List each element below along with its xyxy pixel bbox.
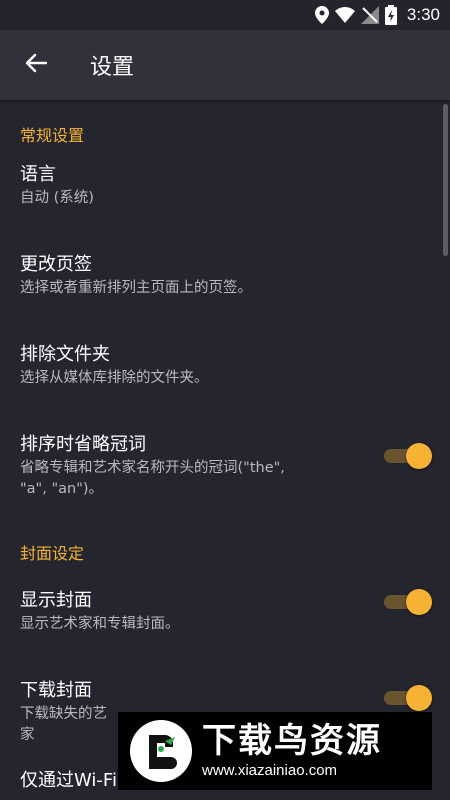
pref-title: 排除文件夹 [20,344,110,365]
switch-thumb [406,685,432,711]
section-header-covers: 封面设定 [20,544,85,563]
switch-thumb [406,443,432,469]
section-header-general: 常规设置 [20,126,85,145]
show-covers-switch[interactable] [384,588,432,615]
pref-summary: 选择或者重新排列主页面上的页签。 [20,280,252,296]
bird-logo-icon [130,720,192,782]
settings-list[interactable]: 常规设置 语言 自动 (系统) 更改页签 选择或者重新排列主页面上的页签。 排除… [0,100,450,800]
battery-charging-icon [384,5,397,25]
pref-language[interactable]: 语言 自动 (系统) [0,162,450,252]
pref-summary-line2: "a", "an")。 [20,481,104,497]
pref-ignore-articles[interactable]: 排序时省略冠词 省略专辑和艺术家名称开头的冠词("the", "a", "an"… [0,432,450,530]
pref-summary-line1: 省略专辑和艺术家名称开头的冠词("the", [20,460,285,476]
no-signal-icon [360,6,379,24]
scrollbar-thumb[interactable] [443,104,448,256]
pref-summary: 选择从媒体库排除的文件夹。 [20,370,209,386]
ignore-articles-switch[interactable] [384,442,432,469]
pref-title: 下载封面 [20,680,92,701]
pref-title: 语言 [20,164,56,185]
back-button[interactable] [0,30,72,100]
pref-title: 显示封面 [20,590,92,611]
switch-thumb [406,589,432,615]
status-time: 3:30 [406,5,440,24]
watermark-name: 下载鸟资源 [202,721,382,761]
download-covers-switch[interactable] [384,684,432,711]
pref-title: 更改页签 [20,254,92,275]
pref-show-covers[interactable]: 显示封面 显示艺术家和专辑封面。 [0,588,450,678]
status-bar: 3:30 [0,0,450,30]
watermark-overlay: 下载鸟资源 www.xiazainiao.com [118,712,432,790]
arrow-left-icon [25,53,48,77]
pref-summary: 自动 (系统) [20,190,94,206]
pref-summary: 显示艺术家和专辑封面。 [20,616,180,632]
watermark-url: www.xiazainiao.com [202,762,338,779]
pref-change-tabs[interactable]: 更改页签 选择或者重新排列主页面上的页签。 [0,252,450,342]
location-icon [314,6,329,24]
page-title: 设置 [90,55,135,80]
pref-exclude-folders[interactable]: 排除文件夹 选择从媒体库排除的文件夹。 [0,342,450,432]
app-bar: 设置 [0,30,450,100]
pref-title: 排序时省略冠词 [20,434,146,455]
wifi-icon [334,7,355,23]
